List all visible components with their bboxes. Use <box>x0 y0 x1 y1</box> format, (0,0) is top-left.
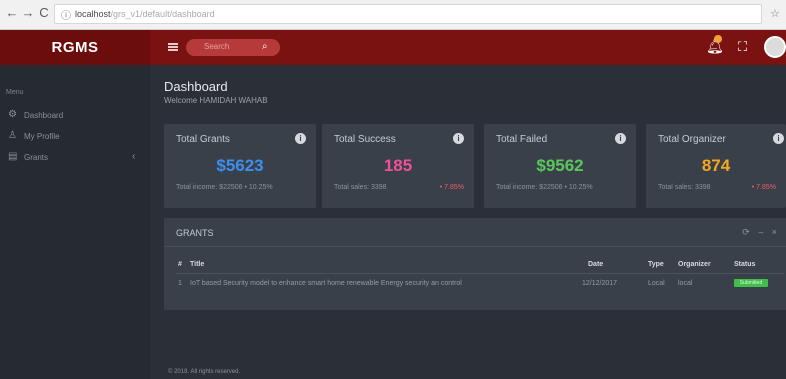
user-icon: ♙ <box>8 130 17 141</box>
card-title: Total Grants <box>176 134 230 145</box>
column-header-type[interactable]: Type <box>648 261 664 268</box>
sidebar-menu-title: Menu <box>6 89 24 96</box>
card-value: 185 <box>383 156 413 175</box>
card-title: Total Organizer <box>658 134 726 145</box>
sidebar-item-my-profile[interactable]: ♙ My Profile <box>0 127 150 147</box>
info-icon[interactable]: i <box>295 133 306 144</box>
panel-title: GRANTS <box>176 228 214 238</box>
card-trend: • 7.85% <box>751 184 776 191</box>
row-title[interactable]: IoT based Security model to enhance smar… <box>190 280 462 287</box>
card-title: Total Failed <box>496 134 548 145</box>
column-header-date[interactable]: Date <box>588 261 603 268</box>
page-title: Dashboard <box>164 79 228 94</box>
forward-arrow-icon[interactable]: → <box>20 5 36 21</box>
dashboard-icon: ⚙ <box>8 109 17 120</box>
sidebar-item-label: Dashboard <box>24 111 64 120</box>
column-header-title[interactable]: Title <box>190 261 204 268</box>
card-trend: • 7.85% <box>439 184 464 191</box>
column-header-organizer[interactable]: Organizer <box>678 261 711 268</box>
grants-panel: GRANTS ⟳ – × # Title Date Type Organizer… <box>164 218 786 310</box>
row-date: 12/12/2017 <box>582 280 618 287</box>
welcome-text: Welcome HAMIDAH WAHAB <box>164 96 268 105</box>
browser-chrome: ← → C ⓘ localhost/grs_v1/default/dashboa… <box>0 0 786 30</box>
card-title: Total Success <box>334 134 396 145</box>
status-text: Submitted <box>739 280 763 286</box>
sidebar-item-dashboard[interactable]: ⚙ Dashboard <box>0 106 150 126</box>
notification-badge <box>714 35 722 43</box>
stat-card-total-grants: Total Grants i $5623 Total income: $2250… <box>164 124 316 208</box>
url-path: /grs_v1/default/dashboard <box>110 9 215 19</box>
brand-logo[interactable]: RGMS <box>0 30 150 65</box>
back-arrow-icon[interactable]: ← <box>4 5 20 21</box>
card-value: $9562 <box>536 156 584 175</box>
info-icon[interactable]: i <box>773 133 784 144</box>
sidebar-item-label: My Profile <box>24 132 60 141</box>
url-text: localhost/grs_v1/default/dashboard <box>75 9 215 19</box>
row-number: 1 <box>178 280 182 287</box>
card-value: $5623 <box>216 156 264 175</box>
card-footer: Total sales: 3398 <box>334 184 387 191</box>
card-footer: Total income: $22506 • 10.25% <box>496 184 593 191</box>
status-badge: Submitted <box>734 279 768 287</box>
bookmark-star-icon[interactable]: ☆ <box>770 7 780 20</box>
app-header: RGMS Search ⌕ 🔔︎ ⛶ <box>0 30 786 65</box>
reload-icon[interactable]: C <box>36 5 52 21</box>
divider <box>164 246 786 247</box>
avatar[interactable] <box>764 36 786 58</box>
row-organizer: local <box>678 280 693 287</box>
sidebar: Menu ⚙ Dashboard ♙ My Profile ▤ Grants ‹ <box>0 65 150 379</box>
sidebar-item-grants[interactable]: ▤ Grants ‹ <box>0 148 150 168</box>
stat-card-total-organizer: Total Organizer i 874 Total sales: 3398 … <box>646 124 786 208</box>
info-icon[interactable]: i <box>615 133 626 144</box>
card-value: 874 <box>701 156 731 175</box>
site-info-icon[interactable]: ⓘ <box>61 7 71 22</box>
stat-card-total-success: Total Success i 185 Total sales: 3398 • … <box>322 124 474 208</box>
url-host: localhost <box>75 9 111 19</box>
search-placeholder: Search <box>204 42 230 51</box>
hamburger-menu-icon[interactable] <box>168 43 178 51</box>
column-header-number[interactable]: # <box>178 261 182 268</box>
expand-icon[interactable]: ⛶ <box>738 39 747 55</box>
sidebar-item-label: Grants <box>24 153 49 162</box>
search-input[interactable]: Search ⌕ <box>186 39 280 56</box>
chevron-left-icon: ‹ <box>132 151 136 162</box>
stat-card-total-failed: Total Failed i $9562 Total income: $2250… <box>484 124 636 208</box>
search-icon[interactable]: ⌕ <box>262 41 268 52</box>
footer-copyright: © 2018. All rights reserved. <box>168 369 241 375</box>
column-header-status[interactable]: Status <box>734 261 755 268</box>
address-bar[interactable]: ⓘ localhost/grs_v1/default/dashboard <box>54 4 762 24</box>
panel-tools[interactable]: ⟳ – × <box>742 227 780 238</box>
row-type: Local <box>648 280 665 287</box>
divider <box>176 273 784 274</box>
grants-icon: ▤ <box>8 151 18 162</box>
info-icon[interactable]: i <box>453 133 464 144</box>
card-footer: Total income: $22506 • 10.25% <box>176 184 273 191</box>
card-footer: Total sales: 3398 <box>658 184 711 191</box>
